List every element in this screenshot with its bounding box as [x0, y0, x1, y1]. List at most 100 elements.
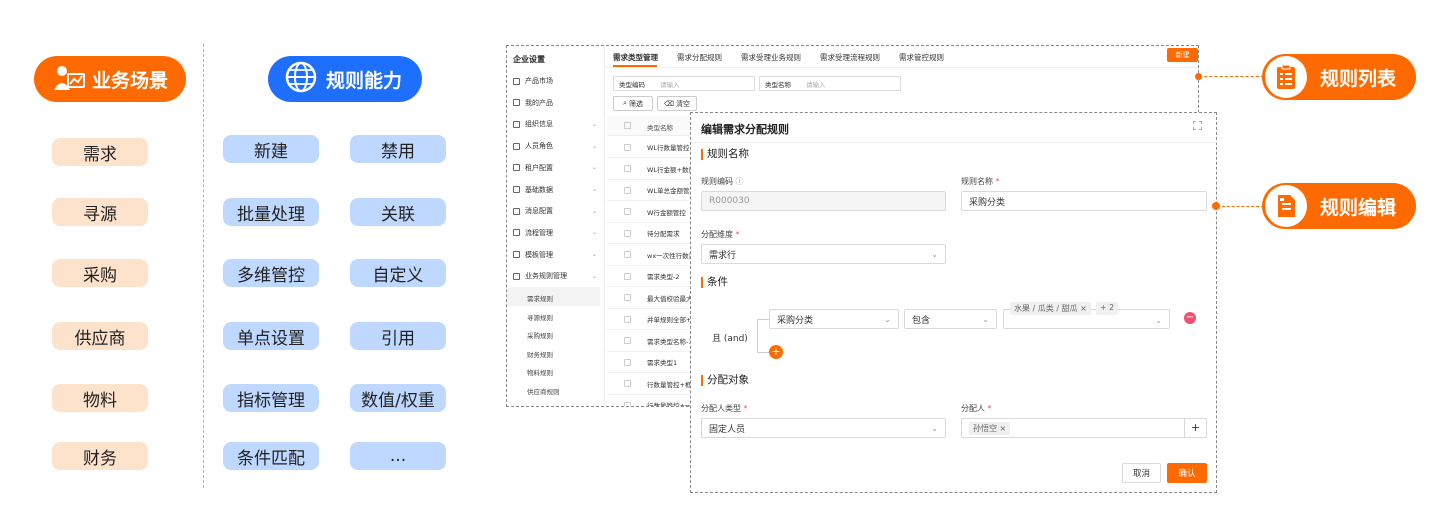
- sidebar-item-1[interactable]: 产品市场: [513, 76, 605, 86]
- tab-divider: [605, 67, 1198, 68]
- submenu-item-6[interactable]: 供应商规则: [527, 386, 560, 396]
- condition-operator-select[interactable]: 包含 ⌄: [904, 309, 997, 329]
- submenu-item-4[interactable]: 财务规则: [527, 349, 553, 359]
- submenu-active-bg: [507, 287, 600, 306]
- tab-2[interactable]: 需求分配规则: [677, 52, 722, 63]
- row-checkbox[interactable]: [624, 358, 631, 366]
- chevron-down-icon: ⌄: [931, 250, 938, 259]
- scene-4: 供应商: [52, 322, 148, 350]
- remove-condition-icon[interactable]: −: [1184, 312, 1196, 324]
- row-checkbox[interactable]: [624, 401, 631, 406]
- section-rule-name: 规则名称: [701, 149, 749, 160]
- assignee-label: 分配人 *: [961, 404, 992, 413]
- divider: [203, 44, 204, 488]
- row-checkbox[interactable]: [624, 208, 631, 215]
- row-name: 待分配需求: [647, 230, 680, 238]
- menu-icon: [513, 120, 520, 128]
- menu-icon: [513, 186, 520, 193]
- row-checkbox[interactable]: [624, 165, 631, 172]
- sidebar-item-3[interactable]: 组织信息 ⌄: [513, 119, 605, 129]
- condition-value-select[interactable]: 水果 / 瓜类 / 甜瓜 × + 2 ⌄: [1003, 302, 1170, 329]
- sidebar-item-label: 业务规则管理: [525, 272, 567, 281]
- dimension-select[interactable]: 需求行 ⌄: [701, 244, 946, 264]
- condition-field-select[interactable]: 采购分类 ⌄: [769, 309, 899, 329]
- capability-9: 指标管理: [223, 384, 319, 412]
- menu-icon: [513, 229, 520, 237]
- assignee-tag: 孙悟空 ×: [969, 421, 1011, 435]
- rule-list-pill: 规则列表: [1262, 54, 1416, 100]
- help-icon: ⓘ: [735, 177, 744, 186]
- chevron-down-icon: ⌄: [591, 229, 597, 237]
- globe-icon: [284, 60, 318, 99]
- scene-2: 寻源: [52, 198, 148, 226]
- tab-3[interactable]: 需求受理业务规则: [741, 52, 801, 63]
- capability-5: 多维管控: [223, 259, 319, 287]
- submenu-item-3[interactable]: 采购规则: [527, 330, 553, 340]
- submenu-item-1[interactable]: 需求规则: [527, 293, 553, 303]
- sidebar-item-8[interactable]: 流程管理 ⌄: [513, 228, 605, 238]
- sidebar-item-label: 人员角色: [525, 142, 553, 151]
- fullscreen-icon[interactable]: [1193, 121, 1202, 130]
- sidebar-item-9[interactable]: 模板管理 ⌄: [513, 250, 605, 260]
- sidebar-item-label: 模板管理: [525, 250, 553, 259]
- assignee-type-select[interactable]: 固定人员 ⌄: [701, 418, 946, 438]
- menu-icon: [513, 77, 520, 85]
- capability-4: 关联: [350, 198, 446, 226]
- sidebar-item-label: 我的产品: [525, 98, 553, 107]
- rule-edit-pill: 规则编辑: [1262, 183, 1416, 229]
- filter-code-placeholder: 请输入: [660, 80, 680, 89]
- chevron-down-icon: ⌄: [591, 186, 597, 193]
- chevron-down-icon: ⌄: [591, 251, 597, 259]
- sidebar-item-2[interactable]: 我的产品: [513, 98, 605, 108]
- cap-title: 规则能力: [326, 69, 403, 92]
- sidebar-item-label: 消息配置: [525, 207, 553, 216]
- submenu-item-2[interactable]: 寻源规则: [527, 312, 553, 322]
- sidebar-item-7[interactable]: 消息配置 ⌄: [513, 206, 605, 216]
- rule-code-label: 规则编码 ⓘ: [701, 177, 744, 186]
- sidebar-item-6[interactable]: 基础数据 ⌄: [513, 185, 605, 195]
- rule-list-label: 规则列表: [1320, 67, 1397, 90]
- submenu-item-5[interactable]: 物料规则: [527, 367, 553, 377]
- row-checkbox[interactable]: [624, 315, 631, 323]
- sidebar-item-label: 基础数据: [525, 185, 553, 194]
- add-condition-icon[interactable]: +: [769, 345, 783, 359]
- assignee-select[interactable]: 孙悟空 × +: [961, 418, 1207, 438]
- new-button[interactable]: 新建: [1167, 48, 1198, 62]
- sidebar-title: 企业设置: [513, 55, 545, 64]
- row-checkbox[interactable]: [624, 229, 631, 237]
- filter-button[interactable]: ⌕ 筛选: [613, 96, 653, 111]
- sidebar-item-5[interactable]: 租户配置 ⌄: [513, 163, 605, 173]
- confirm-button[interactable]: 确认: [1167, 463, 1207, 483]
- cancel-button[interactable]: 取消: [1122, 463, 1161, 483]
- document-edit-icon: [1265, 185, 1307, 227]
- scene-title: 业务场景: [92, 69, 169, 92]
- sidebar-item-10[interactable]: 业务规则管理 ⌄: [513, 271, 605, 281]
- row-name: WL单总金额管控: [647, 187, 697, 195]
- row-checkbox[interactable]: [624, 294, 631, 301]
- row-name: 需求类型-2: [647, 273, 680, 281]
- header-checkbox[interactable]: [624, 122, 631, 129]
- row-checkbox[interactable]: [624, 272, 631, 280]
- filter-button-label: 筛选: [628, 99, 643, 108]
- row-checkbox[interactable]: [624, 143, 631, 151]
- capability-12: ...: [350, 442, 446, 470]
- tab-5[interactable]: 需求管控规则: [899, 52, 944, 63]
- row-checkbox[interactable]: [624, 337, 631, 344]
- row-name: 需求类型名称-1: [647, 337, 693, 346]
- row-checkbox[interactable]: [624, 251, 631, 258]
- tab-4[interactable]: 需求受理流程规则: [820, 52, 880, 63]
- row-checkbox[interactable]: [624, 380, 631, 387]
- sidebar-item-4[interactable]: 人员角色 ⌄: [513, 141, 605, 151]
- list-connector: [1199, 76, 1264, 77]
- chevron-down-icon: ⌄: [931, 424, 938, 433]
- add-assignee-icon[interactable]: +: [1184, 418, 1206, 438]
- chevron-down-icon: ⌄: [884, 315, 891, 324]
- chevron-down-icon: ⌄: [591, 142, 597, 150]
- row-checkbox[interactable]: [624, 186, 631, 194]
- rule-name-input[interactable]: 采购分类: [961, 191, 1207, 211]
- edit-rule-modal: 编辑需求分配规则 规则名称 规则编码 ⓘ R000030 规则名称 * 采购分类…: [690, 112, 1218, 493]
- filter-name-field[interactable]: 类型名称 请输入: [759, 76, 901, 91]
- clear-button[interactable]: ⌫ 清空: [657, 96, 697, 111]
- tab-1[interactable]: 需求类型管理: [613, 52, 658, 63]
- filter-code-field[interactable]: 类型编码 请输入: [613, 76, 755, 91]
